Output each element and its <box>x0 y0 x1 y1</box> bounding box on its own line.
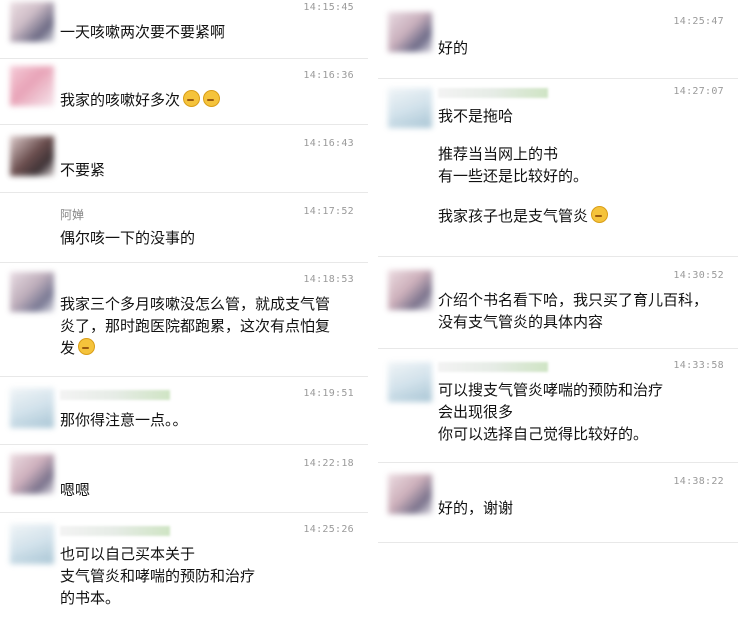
message-text: 有一些还是比较好的。 <box>438 167 589 185</box>
message-text: 介绍个书名看下哈，我只买了育儿百科， <box>438 291 709 309</box>
avatar[interactable] <box>10 454 54 494</box>
avatar[interactable] <box>10 2 54 42</box>
chat-message: 14:15:45 一天咳嗽两次要不要紧啊 <box>0 0 368 59</box>
message-timestamp: 14:33:58 <box>673 360 724 371</box>
message-text: 支气管炎和哮喘的预防和治疗 <box>60 567 256 585</box>
message-timestamp: 14:22:18 <box>303 458 354 469</box>
message-timestamp: 14:27:07 <box>673 86 724 97</box>
message-timestamp: 14:19:51 <box>303 388 354 399</box>
chat-message: 14:19:51 那你得注意一点。。 <box>0 376 368 445</box>
woozy-face-icon <box>203 90 221 107</box>
tired-face-icon <box>78 338 96 355</box>
avatar[interactable] <box>10 388 54 428</box>
chat-message: 14:33:58 可以搜支气管炎哮喘的预防和治疗 会出现很多 你可以选择自己觉得… <box>378 348 738 463</box>
avatar[interactable] <box>10 66 54 106</box>
message-timestamp: 14:16:36 <box>303 70 354 81</box>
message-timestamp: 14:16:43 <box>303 138 354 149</box>
message-text: 好的，谢谢 <box>438 499 514 517</box>
avatar[interactable] <box>10 524 54 564</box>
chat-message: 14:18:53 我家三个多月咳嗽没怎么管，就成支气管 炎了，那时跑医院都跑累，… <box>0 262 368 377</box>
message-text: 你可以选择自己觉得比较好的。 <box>438 425 649 443</box>
message-text: 我不是拖哈 <box>438 107 514 125</box>
message-text: 推荐当当网上的书 <box>438 145 559 163</box>
chat-message: 14:30:52 介绍个书名看下哈，我只买了育儿百科， 没有支气管炎的具体内容 <box>378 256 738 349</box>
message-text: 好的 <box>438 39 469 57</box>
avatar[interactable] <box>388 88 432 128</box>
chat-message: 14:27:07 我不是拖哈 推荐当当网上的书 有一些还是比较好的。 我家孩子也… <box>378 78 738 257</box>
message-text: 发 <box>60 339 76 357</box>
message-text: 那你得注意一点。。 <box>60 411 188 429</box>
message-text: 我家孩子也是支气管炎 <box>438 207 589 225</box>
sender-name: 阿婵 <box>60 208 85 222</box>
chat-message: 14:16:36 我家的咳嗽好多次 <box>0 58 368 125</box>
message-text: 偶尔咳一下的没事的 <box>60 229 196 247</box>
message-timestamp: 14:18:53 <box>303 274 354 285</box>
chat-message: 14:22:18 嗯嗯 <box>0 444 368 513</box>
message-text: 也可以自己买本关于 <box>60 545 196 563</box>
message-text: 嗯嗯 <box>60 481 91 499</box>
message-timestamp: 14:17:52 <box>303 206 354 217</box>
sender-name-redacted <box>60 390 170 400</box>
message-text: 的书本。 <box>60 589 121 607</box>
chat-message: 阿婵 14:17:52 偶尔咳一下的没事的 <box>0 192 368 263</box>
message-text: 我家三个多月咳嗽没怎么管，就成支气管 <box>60 295 331 313</box>
message-text: 一天咳嗽两次要不要紧啊 <box>60 23 226 41</box>
avatar[interactable] <box>388 474 432 514</box>
message-timestamp: 14:15:45 <box>303 2 354 13</box>
message-timestamp: 14:30:52 <box>673 270 724 281</box>
woozy-face-icon <box>183 90 201 107</box>
chat-message: 14:25:47 好的 <box>378 0 738 79</box>
sender-name-redacted <box>438 88 548 98</box>
message-text: 会出现很多 <box>438 403 514 421</box>
message-timestamp: 14:25:47 <box>673 16 724 27</box>
avatar[interactable] <box>10 136 54 176</box>
chat-message: 14:25:26 也可以自己买本关于 支气管炎和哮喘的预防和治疗 的书本。 <box>0 512 368 623</box>
chat-message: 14:38:22 好的，谢谢 <box>378 462 738 543</box>
tired-face-icon <box>591 206 609 223</box>
message-text: 没有支气管炎的具体内容 <box>438 313 604 331</box>
sender-name-redacted <box>438 362 548 372</box>
message-text: 炎了，那时跑医院都跑累，这次有点怕复 <box>60 317 331 335</box>
message-text: 可以搜支气管炎哮喘的预防和治疗 <box>438 381 664 399</box>
message-text: 不要紧 <box>60 161 106 179</box>
message-timestamp: 14:25:26 <box>303 524 354 535</box>
avatar[interactable] <box>388 270 432 310</box>
sender-name-redacted <box>60 526 170 536</box>
chat-message: 14:16:43 不要紧 <box>0 124 368 193</box>
message-timestamp: 14:38:22 <box>673 476 724 487</box>
avatar[interactable] <box>388 362 432 402</box>
avatar[interactable] <box>388 12 432 52</box>
message-text: 我家的咳嗽好多次 <box>60 91 181 109</box>
avatar[interactable] <box>10 272 54 312</box>
